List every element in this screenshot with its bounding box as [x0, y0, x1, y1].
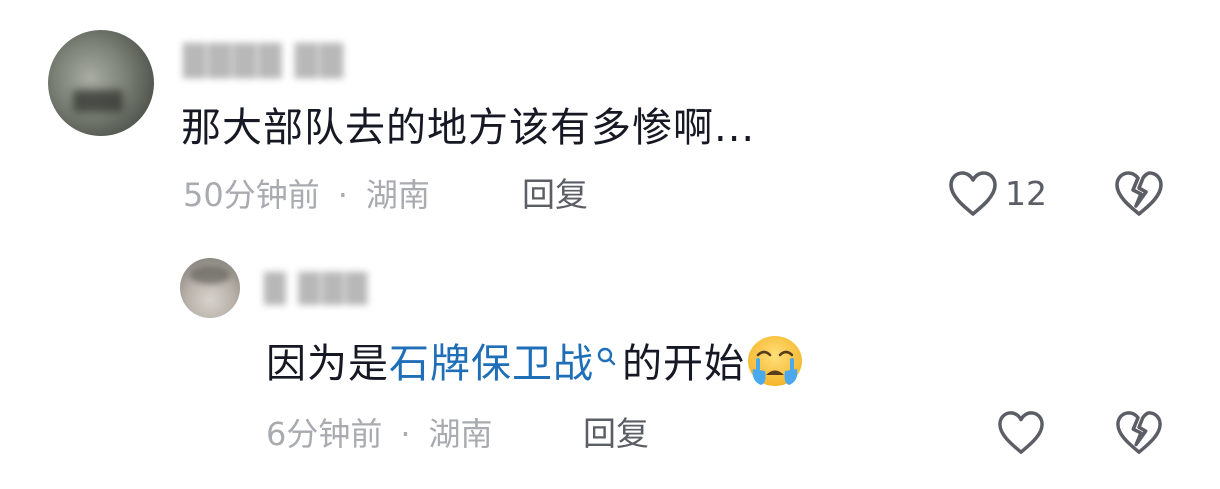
like-count: 12	[1005, 174, 1047, 213]
comment-text-before: 因为是	[266, 341, 389, 387]
broken-heart-icon[interactable]	[1114, 410, 1164, 456]
reply-button[interactable]: 回复	[522, 175, 588, 215]
search-icon[interactable]	[596, 346, 616, 370]
avatar[interactable]	[180, 258, 240, 318]
heart-outline-icon[interactable]	[996, 410, 1046, 456]
username-blurred[interactable]: ████ ██	[183, 44, 345, 79]
crying-face-emoji	[748, 336, 802, 386]
comment-text-after: 的开始	[622, 341, 745, 387]
comment-meta: 6分钟前 · 湖南	[266, 414, 493, 454]
comment-time: 50分钟前	[183, 176, 320, 214]
comment-location: 湖南	[428, 415, 493, 453]
username-blurred[interactable]: █ ███	[264, 272, 369, 305]
comment-meta: 50分钟前 · 湖南	[183, 175, 430, 215]
meta-separator: ·	[337, 176, 348, 214]
meta-separator: ·	[400, 415, 411, 453]
reply-button[interactable]: 回复	[583, 414, 649, 454]
comment-location: 湖南	[365, 176, 430, 214]
avatar[interactable]	[48, 30, 154, 136]
heart-outline-icon[interactable]	[947, 170, 999, 218]
broken-heart-icon[interactable]	[1114, 170, 1164, 218]
search-link[interactable]: 石牌保卫战	[389, 341, 594, 387]
comment-time: 6分钟前	[266, 415, 383, 453]
comment-text: 那大部队去的地方该有多惨啊...	[181, 105, 756, 151]
comment-text: 因为是石牌保卫战 的开始	[266, 336, 805, 388]
